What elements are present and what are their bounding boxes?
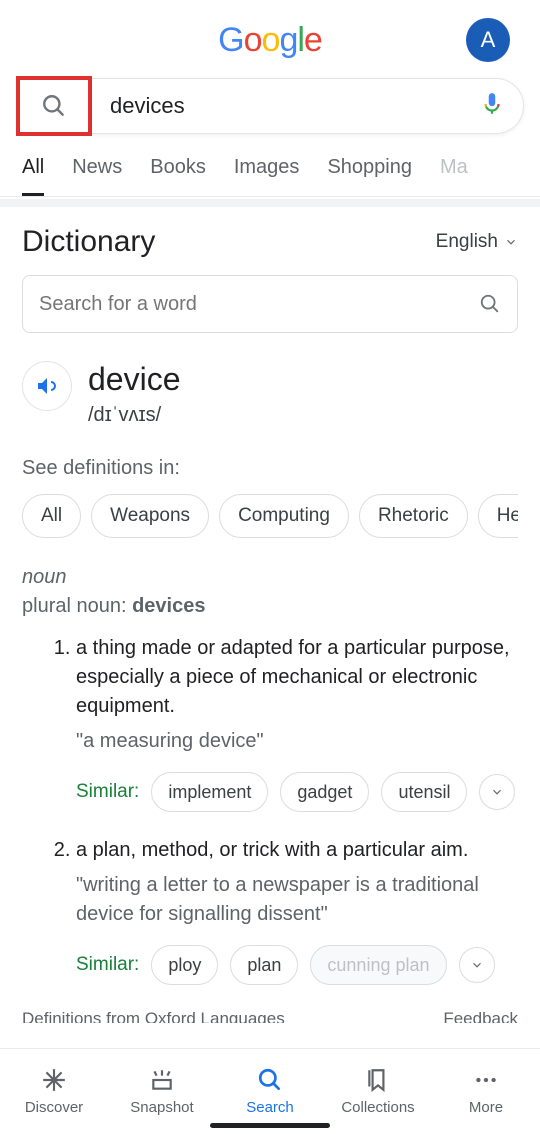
nav-label: Search	[246, 1099, 294, 1116]
similar-chip[interactable]: plan	[230, 945, 298, 985]
nav-snapshot[interactable]: Snapshot	[108, 1049, 216, 1134]
tab-images[interactable]: Images	[234, 156, 300, 196]
nav-search[interactable]: Search	[216, 1049, 324, 1134]
definition-example: "writing a letter to a newspaper is a tr…	[76, 871, 518, 929]
bottom-nav: Discover Snapshot Search Collections Mor…	[0, 1048, 540, 1134]
home-indicator	[210, 1123, 330, 1128]
search-icon	[257, 1067, 283, 1093]
nav-label: Collections	[341, 1099, 414, 1116]
chevron-down-icon	[490, 785, 504, 799]
headword: device	[88, 361, 181, 398]
header: Google A	[0, 0, 540, 62]
feedback-link[interactable]: Feedback	[443, 1009, 518, 1023]
similar-chip[interactable]: utensil	[381, 772, 467, 812]
definition-1: a thing made or adapted for a particular…	[76, 634, 518, 812]
chevron-down-icon	[470, 958, 484, 972]
snapshot-icon	[149, 1067, 175, 1093]
nav-label: Snapshot	[130, 1099, 193, 1116]
nav-label: Discover	[25, 1099, 83, 1116]
nav-discover[interactable]: Discover	[0, 1049, 108, 1134]
similar-chip[interactable]: gadget	[280, 772, 369, 812]
search-icon-highlight-box	[16, 76, 92, 136]
expand-similar-button[interactable]	[479, 774, 515, 810]
search-icon[interactable]	[41, 93, 67, 119]
expand-similar-button[interactable]	[459, 947, 495, 983]
definition-text: a thing made or adapted for a particular…	[76, 634, 518, 721]
search-icon[interactable]	[479, 293, 501, 315]
account-avatar[interactable]: A	[466, 18, 510, 62]
chip-rhetoric[interactable]: Rhetoric	[359, 494, 468, 538]
chip-weapons[interactable]: Weapons	[91, 494, 209, 538]
source-text[interactable]: Definitions from Oxford Languages	[22, 1009, 285, 1023]
tab-news[interactable]: News	[72, 156, 122, 196]
definition-example: "a measuring device"	[76, 727, 518, 756]
definitions-list: a thing made or adapted for a particular…	[22, 634, 518, 985]
discover-icon	[41, 1067, 67, 1093]
nav-more[interactable]: More	[432, 1049, 540, 1134]
similar-row: Similar: implement gadget utensil	[76, 772, 518, 812]
definition-2: a plan, method, or trick with a particul…	[76, 836, 518, 985]
search-bar-container	[0, 62, 540, 146]
search-input[interactable]	[110, 93, 479, 119]
word-search-box[interactable]	[22, 275, 518, 333]
similar-row: Similar: ploy plan cunning plan	[76, 945, 518, 985]
nav-collections[interactable]: Collections	[324, 1049, 432, 1134]
language-selector[interactable]: English	[436, 231, 518, 253]
dictionary-card: Dictionary English device /dɪˈvʌɪs/ See …	[0, 207, 540, 1023]
similar-label: Similar:	[76, 778, 139, 806]
definition-category-chips: All Weapons Computing Rhetoric Heraldry	[22, 494, 518, 538]
pronounce-button[interactable]	[22, 361, 72, 411]
word-entry: device /dɪˈvʌɪs/	[22, 361, 518, 427]
nav-label: More	[469, 1099, 503, 1116]
source-line: Definitions from Oxford Languages Feedba…	[22, 1009, 518, 1023]
language-label: English	[436, 231, 498, 253]
tab-all[interactable]: All	[22, 156, 44, 196]
chip-all[interactable]: All	[22, 494, 81, 538]
dictionary-title: Dictionary	[22, 225, 155, 259]
chevron-down-icon	[504, 235, 518, 249]
tab-shopping[interactable]: Shopping	[327, 156, 412, 196]
word-search-input[interactable]	[39, 293, 479, 316]
chip-computing[interactable]: Computing	[219, 494, 349, 538]
similar-chip[interactable]: cunning plan	[310, 945, 446, 985]
divider	[0, 199, 540, 207]
search-bar[interactable]	[92, 78, 524, 134]
voice-search-icon[interactable]	[479, 91, 505, 122]
definition-text: a plan, method, or trick with a particul…	[76, 836, 518, 865]
see-definitions-label: See definitions in:	[22, 457, 518, 480]
speaker-icon	[35, 374, 59, 398]
tab-books[interactable]: Books	[150, 156, 206, 196]
tab-more-cut[interactable]: Ma	[440, 156, 468, 196]
google-logo[interactable]: Google	[218, 21, 322, 60]
chip-heraldry[interactable]: Heraldry	[478, 494, 518, 538]
collections-icon	[365, 1067, 391, 1093]
similar-chip[interactable]: ploy	[151, 945, 218, 985]
search-tabs: All News Books Images Shopping Ma	[0, 146, 540, 197]
more-icon	[473, 1067, 499, 1093]
similar-label: Similar:	[76, 951, 139, 979]
plural-line: plural noun: devices	[22, 595, 518, 618]
pronunciation: /dɪˈvʌɪs/	[88, 404, 181, 427]
similar-chip[interactable]: implement	[151, 772, 268, 812]
part-of-speech: noun	[22, 566, 518, 589]
